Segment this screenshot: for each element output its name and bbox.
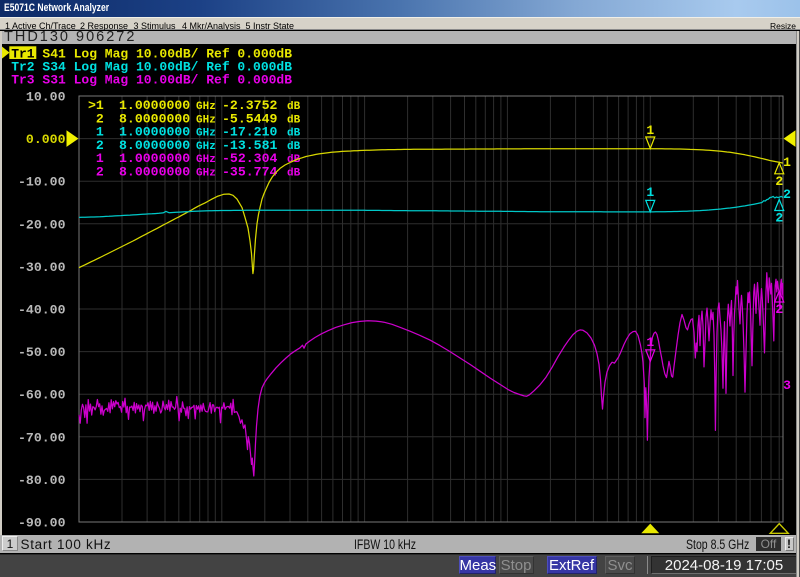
svg-text:2: 2 xyxy=(88,164,104,179)
svg-text:2: 2 xyxy=(783,187,791,202)
svg-text:Tr3 S31 Log Mag 10.00dB/ Ref 0: Tr3 S31 Log Mag 10.00dB/ Ref 0.000dB xyxy=(11,73,292,88)
svg-text:dB: dB xyxy=(287,128,301,140)
svg-text:1: 1 xyxy=(646,185,654,200)
svg-text:1: 1 xyxy=(646,123,654,138)
svg-text:-50.00: -50.00 xyxy=(18,345,66,360)
svg-text:GHz: GHz xyxy=(196,128,216,140)
svg-text:1: 1 xyxy=(646,335,654,350)
svg-text:3: 3 xyxy=(783,378,791,393)
svg-text:GHz: GHz xyxy=(196,101,216,113)
svg-text:10.00: 10.00 xyxy=(26,90,66,105)
svg-text:8.0000000: 8.0000000 xyxy=(119,164,190,179)
svg-text:dB: dB xyxy=(287,114,301,126)
svg-text:-90.00: -90.00 xyxy=(18,516,66,531)
svg-text:2: 2 xyxy=(775,302,783,317)
svg-text:GHz: GHz xyxy=(196,154,216,166)
svg-text:GHz: GHz xyxy=(196,114,216,126)
svg-text:2: 2 xyxy=(775,211,783,226)
svg-text:GHz: GHz xyxy=(196,167,216,179)
svg-text:dB: dB xyxy=(287,141,301,153)
svg-text:-20.00: -20.00 xyxy=(18,217,66,232)
svg-text:-35.774: -35.774 xyxy=(222,164,277,179)
svg-text:-40.00: -40.00 xyxy=(18,303,66,318)
svg-text:dB: dB xyxy=(287,101,301,113)
svg-text:1: 1 xyxy=(783,155,791,170)
svg-text:-70.00: -70.00 xyxy=(18,430,66,445)
svg-text:0.000: 0.000 xyxy=(26,132,66,147)
svg-text:-30.00: -30.00 xyxy=(18,260,66,275)
svg-text:-80.00: -80.00 xyxy=(18,473,66,488)
svg-text:GHz: GHz xyxy=(196,141,216,153)
svg-text:-60.00: -60.00 xyxy=(18,388,66,403)
svg-text:-10.00: -10.00 xyxy=(18,175,66,190)
svg-text:dB: dB xyxy=(287,167,301,179)
